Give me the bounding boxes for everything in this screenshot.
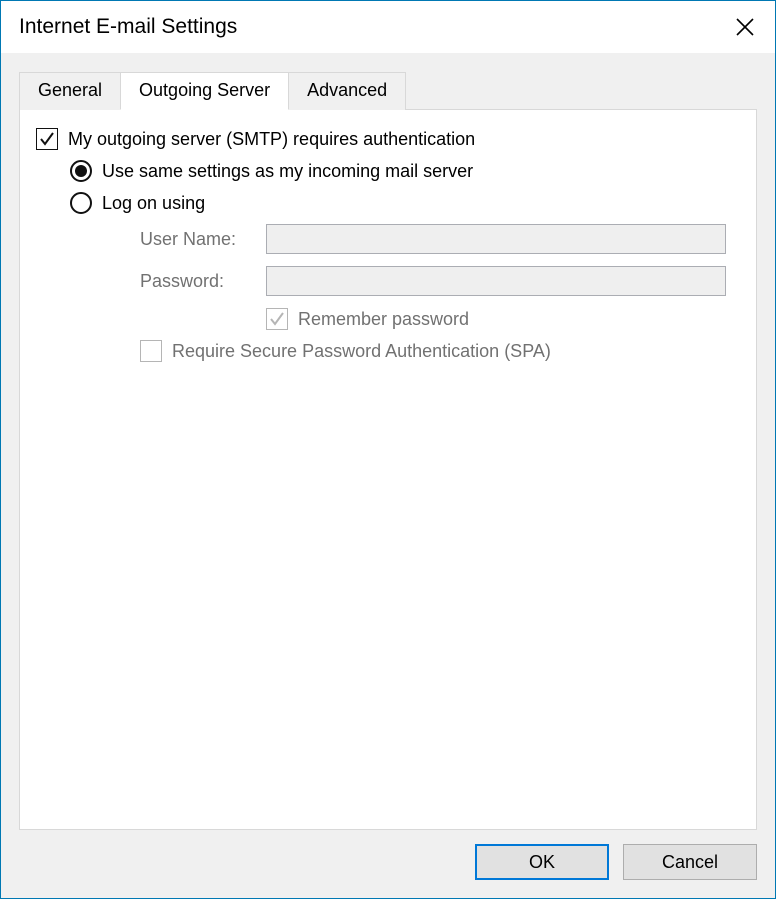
ok-button[interactable]: OK [475,844,609,880]
username-label: User Name: [140,229,266,250]
option-same-label: Use same settings as my incoming mail se… [102,161,473,182]
password-field[interactable] [266,266,726,296]
logon-form-block: User Name: Password: Remem [34,224,742,362]
tab-row: General Outgoing Server Advanced [19,72,757,110]
password-row: Password: [140,266,726,296]
dialog-window: Internet E-mail Settings General Outgoin… [0,0,776,899]
dialog-title: Internet E-mail Settings [19,15,237,39]
dialog-footer: OK Cancel [19,830,757,880]
titlebar: Internet E-mail Settings [1,1,775,53]
spa-label: Require Secure Password Authentication (… [172,341,551,362]
password-label: Password: [140,271,266,292]
option-same-row: Use same settings as my incoming mail se… [34,160,742,182]
requires-auth-label: My outgoing server (SMTP) requires authe… [68,129,475,150]
username-field[interactable] [266,224,726,254]
dialog-body: General Outgoing Server Advanced My outg… [1,53,775,898]
option-logon-radio[interactable] [70,192,92,214]
remember-password-label: Remember password [298,309,469,330]
spa-checkbox[interactable] [140,340,162,362]
tab-general[interactable]: General [19,72,121,110]
username-row: User Name: [140,224,726,254]
requires-auth-row: My outgoing server (SMTP) requires authe… [34,128,742,150]
option-logon-row: Log on using [34,192,742,214]
close-icon[interactable] [733,15,757,39]
tab-panel-outgoing: My outgoing server (SMTP) requires authe… [19,109,757,830]
spa-row: Require Secure Password Authentication (… [140,340,726,362]
requires-auth-checkbox[interactable] [36,128,58,150]
option-same-radio[interactable] [70,160,92,182]
option-logon-label: Log on using [102,193,205,214]
remember-password-checkbox[interactable] [266,308,288,330]
remember-row: Remember password [140,308,726,330]
tab-advanced[interactable]: Advanced [288,72,406,110]
cancel-button[interactable]: Cancel [623,844,757,880]
tab-outgoing-server[interactable]: Outgoing Server [120,72,289,110]
